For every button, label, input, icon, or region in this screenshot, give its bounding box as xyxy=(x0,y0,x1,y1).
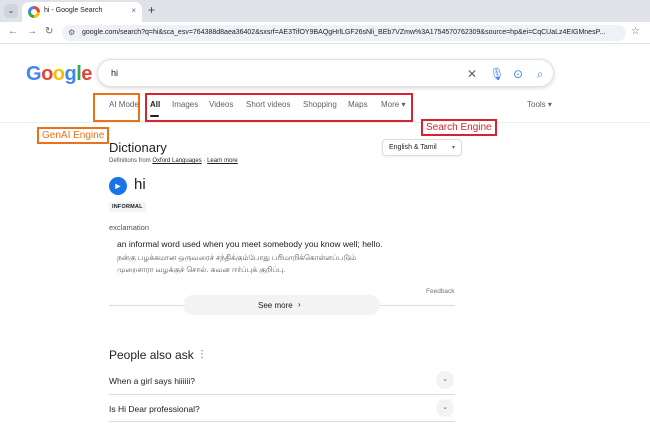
browser-tabstrip: ⌄ hi - Google Search × + xyxy=(0,0,650,22)
search-box[interactable]: hi ✕ 🎙 ⊙ ⌕ xyxy=(97,59,554,87)
browser-toolbar: ← → ↻ ⚙ google.com/search?q=hi&sca_esv=7… xyxy=(0,22,650,44)
more-options-icon[interactable]: ⋮ xyxy=(197,349,207,360)
logo-letter: o xyxy=(41,63,53,85)
language-select[interactable]: English & Tamil ▾ xyxy=(382,139,462,156)
tab-close-icon[interactable]: × xyxy=(131,6,136,15)
feedback-link[interactable]: Feedback xyxy=(426,288,455,295)
see-more-button[interactable]: See more › xyxy=(183,295,380,315)
back-arrow-icon[interactable]: ← xyxy=(8,26,18,37)
reload-icon[interactable]: ↻ xyxy=(45,26,53,37)
address-url: google.com/search?q=hi&sca_esv=764388d8a… xyxy=(82,29,606,36)
google-logo[interactable]: Google xyxy=(26,63,92,86)
tools-button[interactable]: Tools ▾ xyxy=(527,100,552,109)
tab-title: hi - Google Search xyxy=(44,7,103,14)
oxford-languages-link[interactable]: Oxford Languages xyxy=(152,158,201,164)
voice-search-mic-icon[interactable]: 🎙 xyxy=(489,66,505,82)
google-favicon-icon xyxy=(28,6,40,18)
learn-more-link[interactable]: Learn more xyxy=(207,158,238,164)
browser-tab-active[interactable]: hi - Google Search × xyxy=(22,2,142,22)
source-prefix: Definitions from xyxy=(109,158,153,164)
dictionary-word: hi xyxy=(134,176,146,193)
pronounce-speaker-icon[interactable]: ► xyxy=(109,177,127,195)
search-magnifier-icon[interactable]: ⌕ xyxy=(532,66,548,82)
people-also-ask-heading: People also ask xyxy=(109,348,194,362)
search-engine-highlight-box xyxy=(145,93,413,122)
expand-chevron-down-icon[interactable]: ⌄ xyxy=(436,399,454,417)
part-of-speech: exclamation xyxy=(109,223,150,232)
new-tab-plus-icon[interactable]: + xyxy=(148,3,155,17)
tamil-translation-line-2: முறைசாரா வழக்குச் சொல். கவன ஈர்ப்புக் கு… xyxy=(117,265,286,274)
paa-divider xyxy=(109,421,455,422)
search-engine-label: Search Engine xyxy=(421,119,497,136)
tab-search-chevron-down-icon[interactable]: ⌄ xyxy=(4,4,18,18)
bookmark-star-icon[interactable]: ☆ xyxy=(631,26,640,37)
expand-chevron-down-icon[interactable]: ⌄ xyxy=(436,371,454,389)
tamil-translation-line-1: நன்கு பழக்கமான ஒருவரைச் சந்திக்கும்போது … xyxy=(117,253,357,262)
caret-down-icon: ▾ xyxy=(451,145,455,151)
language-select-value: English & Tamil xyxy=(389,144,437,151)
logo-letter: e xyxy=(81,63,92,85)
forward-arrow-icon[interactable]: → xyxy=(27,26,37,37)
search-input[interactable]: hi xyxy=(111,68,118,78)
genai-engine-label: GenAI Engine xyxy=(37,127,110,144)
logo-letter: o xyxy=(52,63,65,85)
tabs-divider xyxy=(0,122,650,123)
site-info-tune-icon[interactable]: ⚙ xyxy=(68,28,75,37)
register-badge: INFORMAL xyxy=(109,202,146,212)
see-more-label: See more xyxy=(258,301,293,310)
lens-camera-icon[interactable]: ⊙ xyxy=(510,66,526,82)
paa-question[interactable]: When a girl says hiiiiii? xyxy=(109,376,195,386)
logo-letter: G xyxy=(26,63,42,85)
dictionary-source: Definitions from Oxford Languages · Lear… xyxy=(109,158,238,164)
paa-divider xyxy=(109,394,455,395)
genai-engine-highlight-box xyxy=(93,93,140,122)
chevron-right-icon: › xyxy=(298,300,301,309)
logo-letter: g xyxy=(64,63,77,85)
paa-question[interactable]: Is Hi Dear professional? xyxy=(109,404,200,414)
definition-text: an informal word used when you meet some… xyxy=(117,239,383,249)
clear-search-icon[interactable]: ✕ xyxy=(464,66,480,82)
address-bar[interactable]: ⚙ google.com/search?q=hi&sca_esv=764388d… xyxy=(62,25,626,41)
dictionary-heading: Dictionary xyxy=(109,140,167,155)
